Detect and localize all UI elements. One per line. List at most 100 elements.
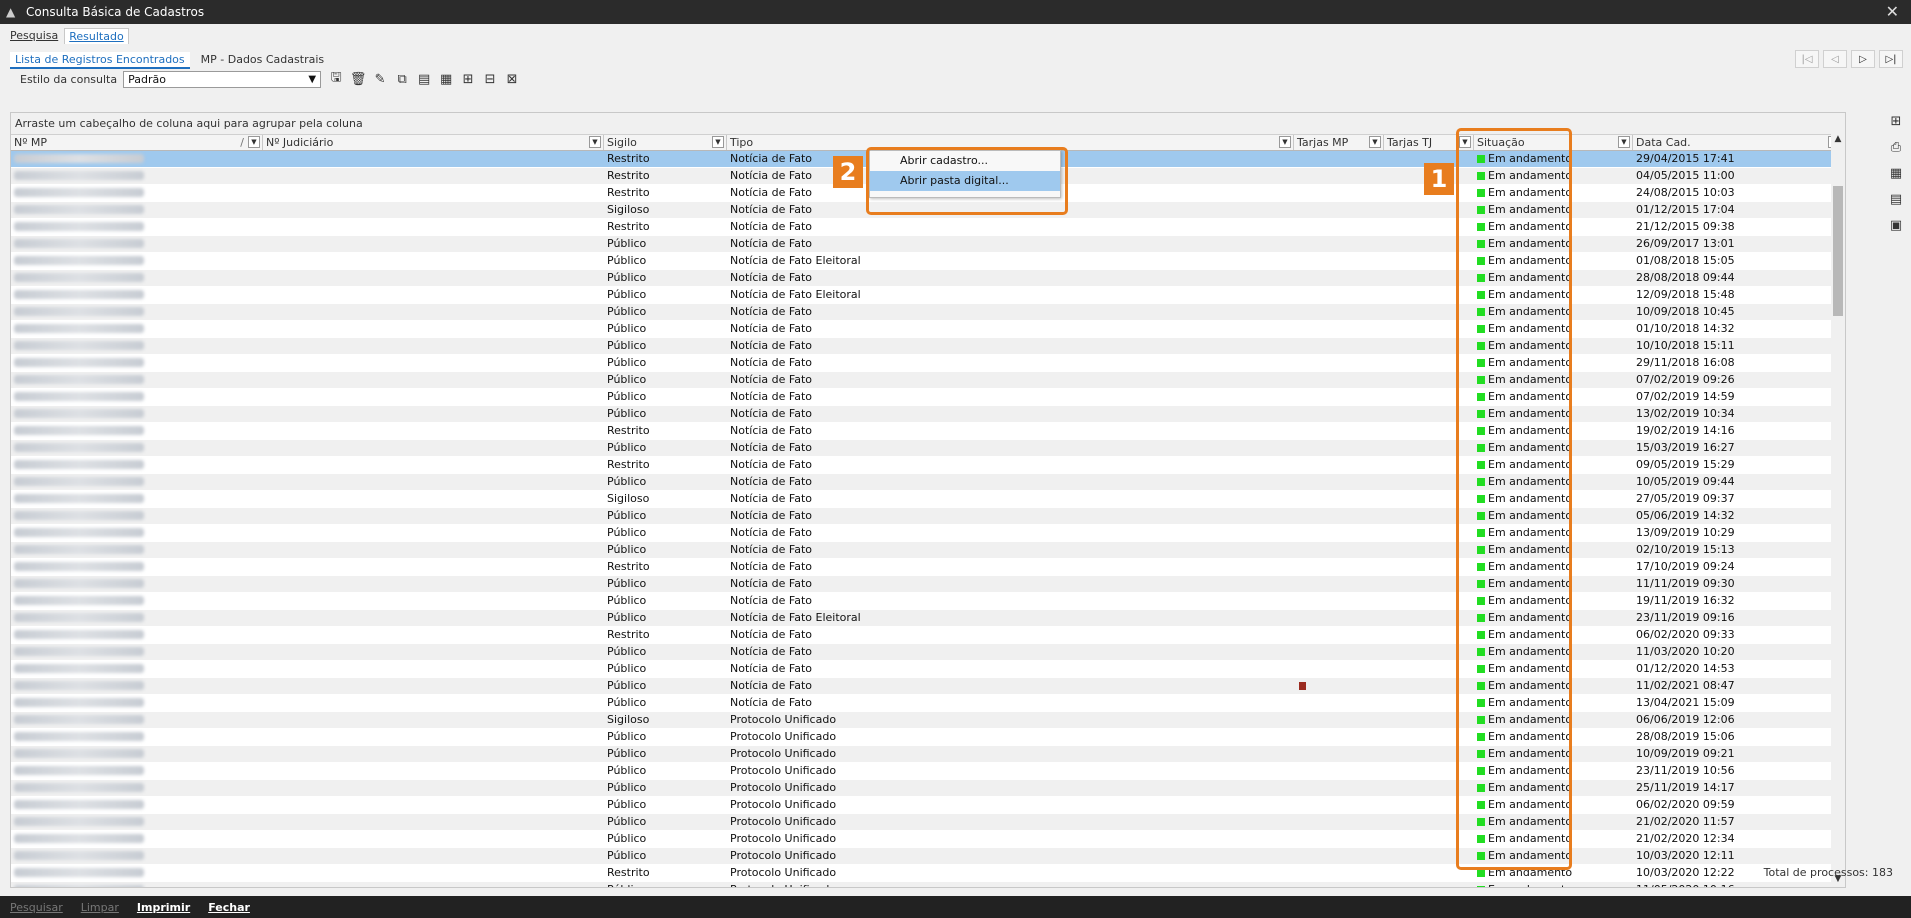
column-header-tarjas-tj[interactable]: Tarjas TJ ▼ xyxy=(1384,135,1474,150)
table-row[interactable]: Público Notícia de Fato Eleitoral Em andam… xyxy=(11,287,1845,304)
column-header-tipo[interactable]: Tipo ▼ xyxy=(727,135,1294,150)
table-row[interactable]: Público Notícia de Fato Eleitoral Em andam… xyxy=(11,253,1845,270)
grid-upload-icon[interactable]: ⊞ xyxy=(459,70,477,88)
pesquisar-button[interactable]: Pesquisar xyxy=(10,901,63,914)
last-record-button[interactable]: ▷| xyxy=(1879,50,1903,68)
table-row[interactable]: Restrito Notícia de Fato Em andamento 21/12… xyxy=(11,219,1845,236)
table-row[interactable]: Restrito Notícia de Fato Em andamento 19/02… xyxy=(11,423,1845,440)
filter-dropdown-icon[interactable]: ▼ xyxy=(1459,136,1471,148)
cell-nmp xyxy=(11,219,263,235)
column-header-data-cad[interactable]: Data Cad.▼ xyxy=(1633,135,1843,150)
filter-dropdown-icon[interactable]: ▼ xyxy=(248,136,260,148)
table-row[interactable]: Público Protocolo Unificado Em andamento 21… xyxy=(11,814,1845,831)
status-square-icon xyxy=(1477,546,1485,554)
table-row[interactable]: Público Protocolo Unificado Em andamento 10… xyxy=(11,746,1845,763)
table-row[interactable]: Restrito Notícia de Fato Em andamento 17/10… xyxy=(11,559,1845,576)
table-row[interactable]: Sigiloso Notícia de Fato Em andamento 01/12… xyxy=(11,202,1845,219)
table-row[interactable]: Público Protocolo Unificado Em andamento 28… xyxy=(11,729,1845,746)
column-header-sigilo[interactable]: Sigilo ▼ xyxy=(604,135,727,150)
imprimir-button[interactable]: Imprimir xyxy=(137,901,190,914)
menu-item-abrir-pasta-digital[interactable]: Abrir pasta digital... xyxy=(870,171,1060,191)
redacted-value xyxy=(14,375,144,384)
fechar-button[interactable]: Fechar xyxy=(208,901,250,914)
column-header-nmp[interactable]: Nº MP / ▼ xyxy=(11,135,263,150)
first-record-button[interactable]: |◁ xyxy=(1795,50,1819,68)
table-row[interactable]: Restrito Protocolo Unificado Em andamento 1… xyxy=(11,865,1845,882)
table-row[interactable]: Público Notícia de Fato Em andamento 13/02/… xyxy=(11,406,1845,423)
table-row[interactable]: PúblicoProtocolo Unificado Em andamento 11… xyxy=(11,882,1845,887)
table-row[interactable]: Público Notícia de Fato Em andamento 10/10/… xyxy=(11,338,1845,355)
table-row[interactable]: Público Notícia de Fato Em andamento 11/02/… xyxy=(11,678,1845,695)
style-select[interactable]: Padrão ▼ xyxy=(123,70,322,88)
cell-situacao: Em andamento xyxy=(1474,151,1633,167)
table-row[interactable]: Público Notícia de Fato Em andamento 10/09/… xyxy=(11,304,1845,321)
table-row[interactable]: Público Notícia de Fato Em andamento 05/06/… xyxy=(11,508,1845,525)
filter-dropdown-icon[interactable]: ▼ xyxy=(589,136,601,148)
table-icon[interactable]: ▦ xyxy=(1887,166,1905,184)
table-row[interactable]: Público Notícia de Fato Em andamento 07/02/… xyxy=(11,389,1845,406)
table-row[interactable]: Público Notícia de Fato Em andamento 07/02/… xyxy=(11,372,1845,389)
tab-pesquisa[interactable]: Pesquisa xyxy=(6,28,62,44)
export-icon[interactable]: ⧉ xyxy=(393,70,411,88)
table-row[interactable]: Público Notícia de Fato Em andamento 11/03/… xyxy=(11,644,1845,661)
table-row[interactable]: Sigiloso Notícia de Fato Em andamento 27/05… xyxy=(11,491,1845,508)
table-row[interactable]: Restrito Notícia de Fato Em andamento 06/02… xyxy=(11,627,1845,644)
column-header-situacao[interactable]: Situação ▼ xyxy=(1474,135,1633,150)
redacted-value xyxy=(14,851,144,860)
print-icon[interactable]: ⎙ xyxy=(1887,140,1905,158)
next-record-button[interactable]: ▷ xyxy=(1851,50,1875,68)
edit-icon[interactable]: ✎ xyxy=(371,70,389,88)
table-row[interactable]: Público Notícia de Fato Em andamento 19/11/… xyxy=(11,593,1845,610)
table-row[interactable]: Público Notícia de Fato Em andamento 11/11/… xyxy=(11,576,1845,593)
tab-lista-registros[interactable]: Lista de Registros Encontrados xyxy=(10,52,190,69)
scroll-up-icon[interactable]: ▲ xyxy=(1831,134,1845,146)
tab-resultado[interactable]: Resultado xyxy=(64,28,129,44)
table-row[interactable]: Público Notícia de Fato Em andamento 01/12/… xyxy=(11,661,1845,678)
filter-icon[interactable]: ▦ xyxy=(437,70,455,88)
scrollbar-thumb[interactable] xyxy=(1833,186,1843,316)
list-icon[interactable]: ▤ xyxy=(1887,192,1905,210)
table-row[interactable]: Público Notícia de Fato Em andamento 01/10/… xyxy=(11,321,1845,338)
details-icon[interactable]: ▣ xyxy=(1887,218,1905,236)
table-row[interactable]: Público Protocolo Unificado Em andamento 25… xyxy=(11,780,1845,797)
vertical-scrollbar[interactable]: ▲ ▼ xyxy=(1831,134,1845,886)
grid-download-icon[interactable]: ⊟ xyxy=(481,70,499,88)
cell-tarjas-tj xyxy=(1384,661,1474,677)
table-row[interactable]: Público Protocolo Unificado Em andamento 23… xyxy=(11,763,1845,780)
table-row[interactable]: Público Notícia de Fato Em andamento 10/05/… xyxy=(11,474,1845,491)
group-by-area[interactable]: Arraste um cabeçalho de coluna aqui para… xyxy=(11,113,1845,135)
document-icon[interactable]: ▤ xyxy=(415,70,433,88)
table-row[interactable]: Público Notícia de Fato Em andamento 29/11/… xyxy=(11,355,1845,372)
table-row[interactable]: Restrito Notícia de Fato Em andamento 09/05… xyxy=(11,457,1845,474)
cell-tipo: Notícia de Fato xyxy=(730,679,813,692)
table-row[interactable]: Público Protocolo Unificado Em andamento 10… xyxy=(11,848,1845,865)
table-row[interactable]: Público Notícia de Fato Em andamento 28/08/… xyxy=(11,270,1845,287)
table-row[interactable]: Público Protocolo Unificado Em andamento 21… xyxy=(11,831,1845,848)
column-header-tarjas-mp[interactable]: Tarjas MP ▼ xyxy=(1294,135,1384,150)
group-icon[interactable]: ⊞ xyxy=(1887,114,1905,132)
filter-dropdown-icon[interactable]: ▼ xyxy=(1279,136,1291,148)
save-icon[interactable]: 🖫 xyxy=(327,70,345,88)
cell-sigilo: Restrito xyxy=(607,220,650,233)
column-header-njudiciario[interactable]: Nº Judiciário ▼ xyxy=(263,135,604,150)
table-row[interactable]: Público Protocolo Unificado Em andamento 06… xyxy=(11,797,1845,814)
filter-dropdown-icon[interactable]: ▼ xyxy=(712,136,724,148)
grid-settings-icon[interactable]: ⊠ xyxy=(503,70,521,88)
filter-dropdown-icon[interactable]: ▼ xyxy=(1618,136,1630,148)
table-row[interactable]: Público Notícia de Fato Em andamento 15/03/… xyxy=(11,440,1845,457)
prev-record-button[interactable]: ◁ xyxy=(1823,50,1847,68)
delete-icon[interactable]: 🗑 xyxy=(349,70,367,88)
limpar-button[interactable]: Limpar xyxy=(81,901,119,914)
cell-tarjas-tj xyxy=(1384,474,1474,490)
menu-item-abrir-cadastro[interactable]: Abrir cadastro... xyxy=(870,151,1060,171)
table-row[interactable]: Público Notícia de Fato Em andamento 02/10/… xyxy=(11,542,1845,559)
table-row[interactable]: Público Notícia de Fato Em andamento 13/04/… xyxy=(11,695,1845,712)
cell-data-cad: 10/09/2019 09:21 xyxy=(1636,747,1735,760)
table-row[interactable]: Sigiloso Protocolo Unificado Em andamento 0… xyxy=(11,712,1845,729)
close-icon[interactable]: ✕ xyxy=(1886,0,1899,24)
table-row[interactable]: Público Notícia de Fato Eleitoral Em andam… xyxy=(11,610,1845,627)
filter-dropdown-icon[interactable]: ▼ xyxy=(1369,136,1381,148)
table-row[interactable]: Público Notícia de Fato Em andamento 13/09/… xyxy=(11,525,1845,542)
tab-dados-cadastrais[interactable]: MP - Dados Cadastrais xyxy=(196,52,329,69)
table-row[interactable]: Público Notícia de Fato Em andamento 26/09/… xyxy=(11,236,1845,253)
